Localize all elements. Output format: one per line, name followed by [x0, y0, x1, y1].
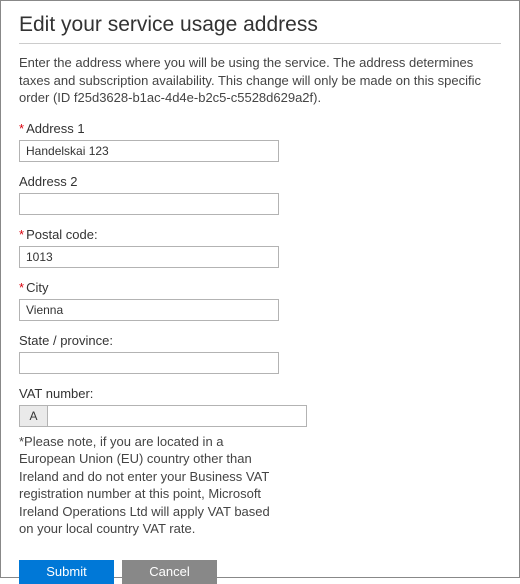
label-text: Postal code: [26, 227, 98, 242]
label-state: State / province: [19, 333, 501, 348]
field-postal: *Postal code: [19, 227, 501, 268]
required-mark: * [19, 227, 24, 242]
required-mark: * [19, 280, 24, 295]
page-title: Edit your service usage address [19, 13, 501, 37]
field-address1: *Address 1 [19, 121, 501, 162]
submit-button[interactable]: Submit [19, 560, 114, 584]
city-input[interactable] [19, 299, 279, 321]
label-address1: *Address 1 [19, 121, 501, 136]
label-vat: VAT number: [19, 386, 501, 401]
intro-text: Enter the address where you will be usin… [19, 54, 501, 107]
address2-input[interactable] [19, 193, 279, 215]
vat-note: *Please note, if you are located in a Eu… [19, 433, 279, 538]
address1-input[interactable] [19, 140, 279, 162]
field-address2: Address 2 [19, 174, 501, 215]
label-postal: *Postal code: [19, 227, 501, 242]
postal-input[interactable] [19, 246, 279, 268]
field-state: State / province: [19, 333, 501, 374]
field-vat: VAT number: A *Please note, if you are l… [19, 386, 501, 538]
label-address2: Address 2 [19, 174, 501, 189]
vat-input[interactable] [47, 405, 307, 427]
field-city: *City [19, 280, 501, 321]
button-row: Submit Cancel [19, 560, 501, 584]
cancel-button[interactable]: Cancel [122, 560, 217, 584]
label-text: City [26, 280, 48, 295]
label-city: *City [19, 280, 501, 295]
required-mark: * [19, 121, 24, 136]
vat-prefix: A [19, 405, 47, 427]
state-input[interactable] [19, 352, 279, 374]
label-text: Address 1 [26, 121, 85, 136]
title-divider [19, 43, 501, 44]
